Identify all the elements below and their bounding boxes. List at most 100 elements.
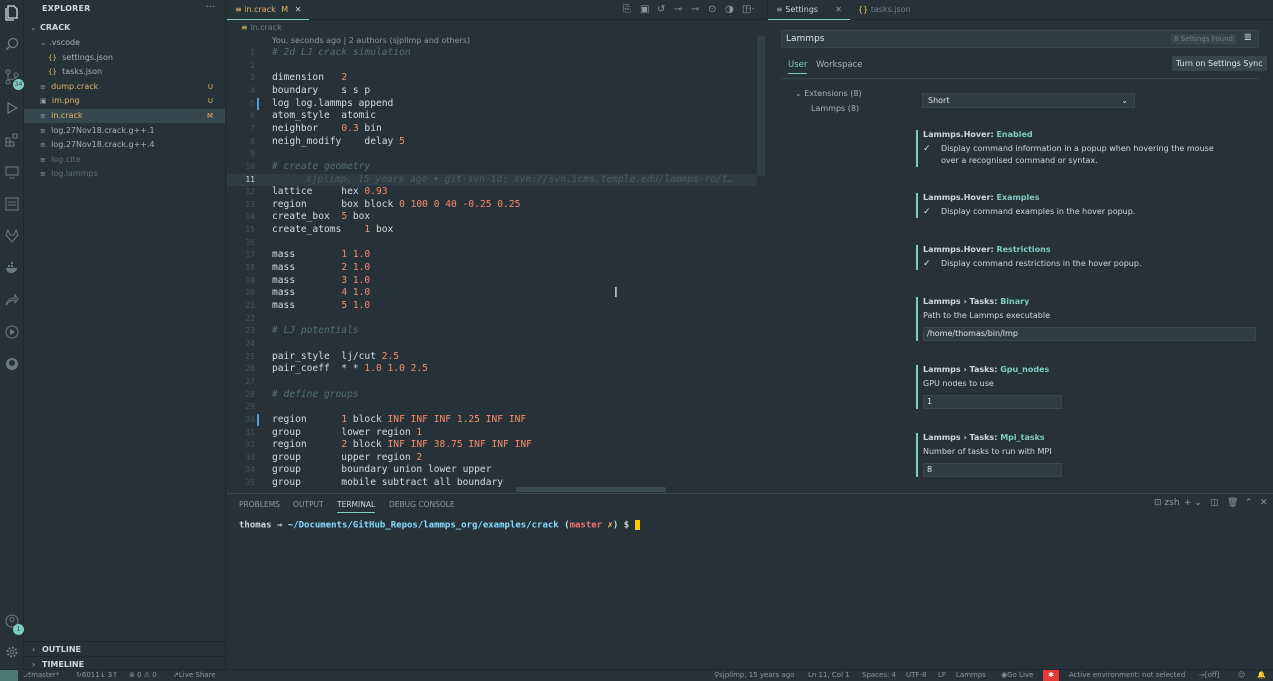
code-line[interactable]: 35 group mobile subtract all boundary xyxy=(227,477,757,490)
python-environment[interactable]: Active environment: not selected xyxy=(1069,670,1185,681)
notifications-icon[interactable]: 🔔 xyxy=(1257,670,1266,681)
code-line[interactable]: 34 group boundary union lower upper xyxy=(227,464,757,477)
close-panel-icon[interactable]: ✕ xyxy=(1260,498,1268,508)
blame-icon[interactable]: ◑ xyxy=(725,4,734,16)
preview-icon[interactable]: ▣ xyxy=(640,4,649,16)
source-control-icon[interactable]: 34 xyxy=(3,69,24,90)
indentation[interactable]: Spaces: 4 xyxy=(862,670,896,681)
test-icon[interactable] xyxy=(3,325,21,343)
extensions-icon[interactable] xyxy=(3,133,21,151)
tree-item[interactable]: ≡ log.cite xyxy=(24,153,225,167)
live-share-status[interactable]: ↗ Live Share xyxy=(173,670,216,681)
remote-indicator[interactable] xyxy=(0,670,18,681)
settings-search-input[interactable]: Lammps 8 Settings Found ≣ xyxy=(781,30,1259,48)
code-line[interactable]: 13 region box block 0 100 0 40 -0.25 0.25 xyxy=(227,199,757,212)
github-icon[interactable] xyxy=(3,357,21,375)
code-line[interactable]: 5 log log.lammps append xyxy=(227,98,757,111)
terminal-shell-icon[interactable]: ⊡ zsh xyxy=(1154,498,1180,508)
tree-item[interactable]: {} settings.json xyxy=(24,51,225,65)
setting-input[interactable]: /home/thomas/bin/lmp xyxy=(923,327,1256,341)
tree-item[interactable]: ≡ log.27Nov18.crack.g++.1 xyxy=(24,124,225,138)
setting-input[interactable]: 1 xyxy=(923,395,1062,409)
settings-sync-button[interactable]: Turn on Settings Sync xyxy=(1172,56,1267,71)
code-line[interactable]: 33 group upper region 2 xyxy=(227,452,757,465)
outline-section[interactable]: › OUTLINE xyxy=(24,641,225,656)
code-line[interactable]: 20 mass 4 1.0 xyxy=(227,287,757,300)
tree-item[interactable]: ▣ im.png U xyxy=(24,94,225,108)
code-line[interactable]: 24 xyxy=(227,338,757,351)
code-editor[interactable]: 1 # 2d LJ crack simulation 2 3 dimension 24b… xyxy=(227,47,757,492)
code-line[interactable]: 6 atom_style atomic xyxy=(227,110,757,123)
code-line[interactable]: 32 region 2 block INF INF 38.75 INF INF I… xyxy=(227,439,757,452)
more-actions-icon[interactable]: ··· xyxy=(745,4,755,16)
tree-item[interactable]: ≡ log.lammps xyxy=(24,167,225,181)
git-lens-icon[interactable]: ⊙ xyxy=(708,4,716,16)
problems-status[interactable]: ⊗ 0 ⚠ 0 xyxy=(129,670,157,681)
trash-icon[interactable]: 🗑 xyxy=(1227,498,1238,508)
tab-workspace[interactable]: Workspace xyxy=(816,60,862,70)
code-line[interactable]: 31 group lower region 1 xyxy=(227,427,757,440)
tab-settings[interactable]: ≡ Settings ✕ xyxy=(768,0,850,20)
code-line[interactable]: 23 # LJ potentials xyxy=(227,325,757,338)
terminal[interactable]: thomas → ~/Documents/GitHub_Repos/lammps… xyxy=(239,520,640,531)
new-terminal-icon[interactable]: + ⌄ xyxy=(1184,498,1202,508)
eol[interactable]: LF xyxy=(938,670,946,681)
hover-detail-select[interactable]: Short ⌄ xyxy=(922,93,1135,108)
code-line[interactable]: 18 mass 2 1.0 xyxy=(227,262,757,275)
search-icon[interactable] xyxy=(3,37,21,55)
code-line[interactable]: 17 mass 1 1.0 xyxy=(227,249,757,262)
remote-explorer-icon[interactable] xyxy=(3,165,21,183)
gitlab-icon[interactable] xyxy=(3,228,21,247)
split-terminal-icon[interactable]: ◫ xyxy=(1210,498,1219,508)
live-share-icon[interactable] xyxy=(3,293,21,311)
encoding[interactable]: UTF-8 xyxy=(906,670,926,681)
editor-scrollbar[interactable] xyxy=(757,36,765,176)
panel-tab[interactable]: DEBUG CONSOLE xyxy=(389,500,455,509)
code-line[interactable]: 16 xyxy=(227,237,757,250)
tree-item[interactable]: ≡ dump.crack U xyxy=(24,80,225,94)
code-line[interactable]: 2 xyxy=(227,60,757,73)
docker-icon[interactable] xyxy=(3,261,21,279)
next-change-icon[interactable]: ⊸ xyxy=(691,4,699,16)
tree-item[interactable]: ≡ in.crack M xyxy=(24,109,225,123)
explorer-root[interactable]: ⌄ CRACK xyxy=(24,21,225,35)
bug-icon[interactable]: ✱ xyxy=(1043,670,1059,681)
code-line[interactable]: 8 neigh_modify delay 5 xyxy=(227,136,757,149)
setting-input[interactable]: 8 xyxy=(923,463,1062,477)
tab-in-crack[interactable]: ≡ in.crack M ✕ xyxy=(227,0,310,20)
code-line[interactable]: 12 lattice hex 0.93 xyxy=(227,186,757,199)
open-changes-icon[interactable]: ⎘ xyxy=(623,4,631,16)
run-debug-icon[interactable] xyxy=(3,101,21,119)
checkbox[interactable]: ✓ xyxy=(923,143,934,167)
panel-tab[interactable]: TERMINAL xyxy=(337,500,376,513)
tree-item[interactable]: {} tasks.json xyxy=(24,65,225,79)
language-mode[interactable]: Lammps xyxy=(956,670,986,681)
code-line[interactable]: 28 # define groups xyxy=(227,389,757,402)
sync-status[interactable]: ↻ 6011↓ 3↑ xyxy=(76,670,118,681)
feedback-icon[interactable]: ☺ xyxy=(1238,670,1245,681)
tab-user[interactable]: User xyxy=(788,60,808,74)
toc-lammps[interactable]: Lammps (8) xyxy=(811,104,859,113)
code-line[interactable]: 19 mass 3 1.0 xyxy=(227,275,757,288)
toggle-status[interactable]: ⊸ [off] xyxy=(1199,670,1219,681)
code-line[interactable]: 29 xyxy=(227,401,757,414)
checkbox[interactable]: ✓ xyxy=(923,206,934,218)
panel-tab[interactable]: OUTPUT xyxy=(293,500,324,509)
previous-change-icon[interactable]: ⊸ xyxy=(674,4,682,16)
checkbox[interactable]: ✓ xyxy=(923,258,934,270)
code-lens-blame[interactable]: You, seconds ago | 2 authors (sjplimp an… xyxy=(272,36,470,45)
code-line[interactable]: 10 # create geometry xyxy=(227,161,757,174)
code-line[interactable]: 15 create_atoms 1 box xyxy=(227,224,757,237)
panel-tab[interactable]: PROBLEMS xyxy=(239,500,280,509)
tasks-icon[interactable] xyxy=(3,197,21,215)
maximize-panel-icon[interactable]: ⌃ xyxy=(1245,498,1253,508)
files-icon[interactable] xyxy=(3,5,21,23)
more-actions-icon[interactable]: ··· xyxy=(205,2,215,13)
code-line[interactable]: 30 region 1 block INF INF INF 1.25 INF IN… xyxy=(227,414,757,427)
horizontal-scrollbar[interactable] xyxy=(516,487,666,492)
gear-icon[interactable] xyxy=(3,645,21,663)
breadcrumb[interactable]: ≡ in.crack xyxy=(227,21,766,35)
toc-extensions[interactable]: ⌄ Extensions (8) xyxy=(795,89,862,98)
code-line[interactable]: 26 pair_coeff * * 1.0 1.0 2.5 xyxy=(227,363,757,376)
code-line[interactable]: 1 # 2d LJ crack simulation xyxy=(227,47,757,60)
